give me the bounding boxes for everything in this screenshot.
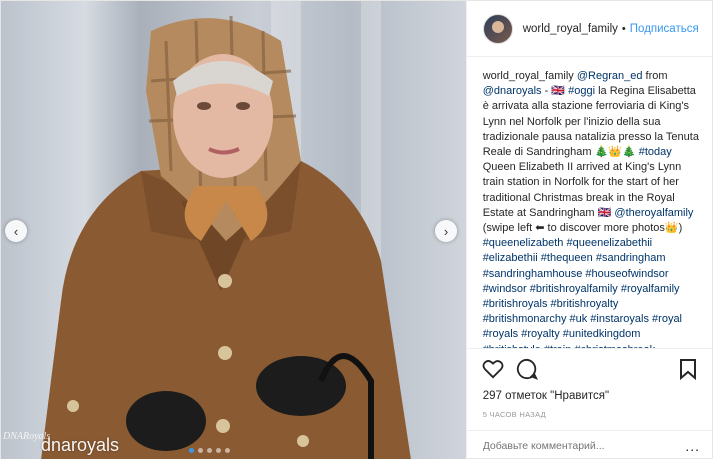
post-photo[interactable]: ‹ › DNARoyals dnaroyals: [1, 1, 466, 459]
post-header: world_royal_family • Подписаться: [466, 1, 712, 57]
avatar[interactable]: [482, 13, 513, 44]
chevron-right-icon: ›: [443, 223, 449, 239]
follow-button[interactable]: Подписаться: [630, 23, 699, 35]
heart-icon: [482, 359, 504, 378]
hashtag-oggi[interactable]: #oggi: [568, 85, 595, 97]
like-button[interactable]: [481, 357, 505, 381]
caption-hashtags[interactable]: #queenelizabeth #queenelizabethii #eliza…: [483, 237, 682, 348]
header-separator: •: [621, 22, 626, 35]
caption: world_royal_family @Regran_ed from @dnar…: [467, 57, 712, 348]
more-options-icon[interactable]: ...: [685, 438, 700, 454]
chevron-left-icon: ‹: [13, 223, 19, 239]
hashtag-today[interactable]: #today: [639, 146, 672, 158]
instagram-post: ‹ › DNARoyals dnaroyals world_royal_fami…: [0, 0, 713, 459]
comment-box: ...: [466, 430, 712, 459]
mention-regran[interactable]: @Regran_ed: [577, 70, 643, 82]
post-sidebar: world_royal_family • Подписаться world_r…: [465, 1, 712, 459]
post-timestamp: 5 ЧАСОВ НАЗАД: [482, 410, 547, 419]
carousel-dot: [207, 448, 212, 453]
mention-dnaroyals[interactable]: @dnaroyals: [483, 85, 542, 97]
header-username[interactable]: world_royal_family: [523, 23, 618, 35]
caption-from: from: [642, 70, 668, 82]
caption-username[interactable]: world_royal_family: [483, 70, 574, 82]
comment-icon: [516, 358, 538, 380]
mention-theroyalfamily[interactable]: @theroyalfamily: [614, 207, 693, 219]
likes-count[interactable]: 297 отметок "Нравится": [467, 388, 712, 408]
carousel-dot: [216, 448, 221, 453]
carousel-dot: [198, 448, 203, 453]
comment-input[interactable]: [482, 439, 686, 452]
carousel-dot: [189, 448, 194, 453]
queen-photo-illustration: [41, 15, 411, 459]
comment-button[interactable]: [515, 357, 539, 381]
caption-text-swipe: (swipe left ⬅ to discover more photos👑): [482, 222, 683, 235]
caption-text-flag: - 🇬🇧: [541, 85, 569, 98]
carousel-dots: [189, 448, 230, 453]
next-photo-button[interactable]: ›: [435, 220, 457, 242]
watermark-text: dnaroyals: [41, 435, 120, 455]
carousel-dot: [225, 448, 230, 453]
action-bar: [466, 348, 712, 388]
previous-photo-button[interactable]: ‹: [5, 220, 27, 242]
bookmark-icon: [680, 358, 696, 380]
save-button[interactable]: [676, 357, 700, 381]
